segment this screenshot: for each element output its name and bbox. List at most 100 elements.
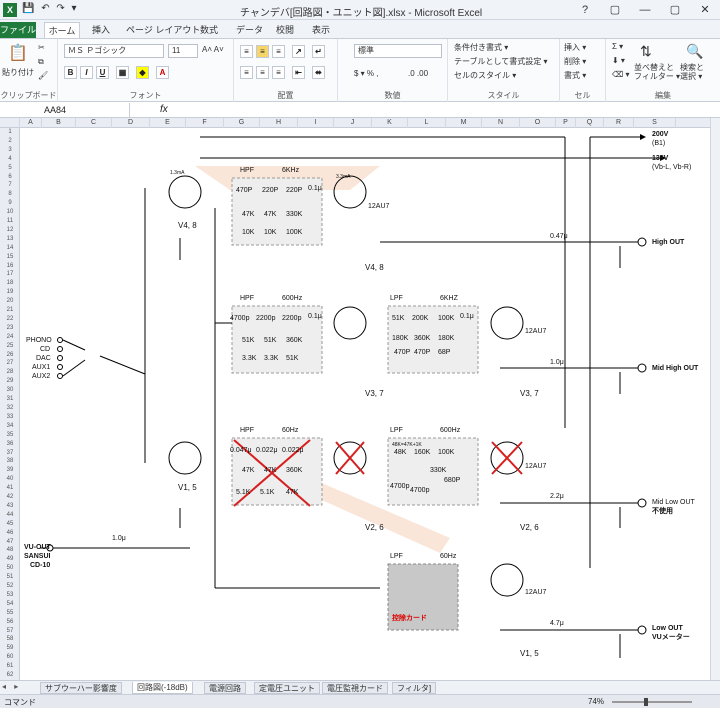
number-format-select[interactable]: 標準 [354, 44, 442, 58]
sheet-tab-filter[interactable]: フィルタ] [392, 682, 437, 694]
row-header[interactable]: 18 [0, 279, 20, 288]
select-all-corner[interactable] [0, 118, 20, 128]
column-header[interactable]: S [634, 118, 676, 128]
tab-file[interactable]: ファイル [0, 22, 36, 38]
row-header[interactable]: 53 [0, 591, 20, 600]
decimal-icon[interactable]: .0 .00 [408, 69, 428, 78]
row-header[interactable]: 31 [0, 395, 20, 404]
row-header[interactable]: 57 [0, 627, 20, 636]
tab-page-layout[interactable]: ページ レイアウト [126, 22, 200, 38]
row-header[interactable]: 19 [0, 288, 20, 297]
sheet-nav-arrows-icon[interactable]: ◂ ▸ [2, 682, 21, 691]
row-header[interactable]: 36 [0, 440, 20, 449]
row-header[interactable]: 54 [0, 600, 20, 609]
row-header[interactable]: 41 [0, 484, 20, 493]
worksheet-grid[interactable]: 200V (B1) 136V (Vb-L, Vb-R) High OUT Mid… [20, 128, 710, 680]
row-header[interactable]: 35 [0, 431, 20, 440]
sheet-tab-power[interactable]: 電源回路 [204, 682, 246, 694]
column-header[interactable]: A [20, 118, 42, 128]
row-header[interactable]: 39 [0, 466, 20, 475]
autosum-icon[interactable]: Σ ▾ [612, 42, 623, 51]
column-header[interactable]: E [150, 118, 186, 128]
row-header[interactable]: 50 [0, 564, 20, 573]
row-header[interactable]: 9 [0, 199, 20, 208]
tab-home[interactable]: ホーム [44, 22, 80, 38]
row-header[interactable]: 29 [0, 377, 20, 386]
vertical-scrollbar[interactable] [710, 118, 720, 680]
row-header[interactable]: 26 [0, 351, 20, 360]
row-header[interactable]: 48 [0, 546, 20, 555]
insert-cells-button[interactable]: 挿入 ▾ [564, 42, 586, 53]
tab-insert[interactable]: 挿入 [92, 22, 110, 38]
sort-filter-button[interactable]: 並べ替えと フィルター ▾ [634, 63, 680, 81]
zoom-slider-thumb[interactable] [644, 698, 648, 706]
row-header[interactable]: 56 [0, 618, 20, 627]
wrap-text-icon[interactable]: ↵ [312, 45, 325, 58]
row-header[interactable]: 3 [0, 146, 20, 155]
fill-icon[interactable]: ⬇ ▾ [612, 56, 625, 65]
sheet-tab-circuit[interactable]: 回路図(-18dB) [132, 682, 193, 694]
indent-icon[interactable]: ⇤ [292, 66, 305, 79]
row-header[interactable]: 45 [0, 520, 20, 529]
zoom-slider[interactable] [612, 701, 692, 703]
format-table-button[interactable]: テーブルとして書式設定 ▾ [454, 56, 548, 67]
sheet-tab-subwoofer[interactable]: サブウーハー影響度 [40, 682, 122, 694]
format-painter-icon[interactable]: 🖌 [38, 71, 48, 80]
row-header[interactable]: 42 [0, 493, 20, 502]
row-header[interactable]: 58 [0, 635, 20, 644]
column-header[interactable]: L [408, 118, 446, 128]
row-header[interactable]: 15 [0, 253, 20, 262]
row-header[interactable]: 4 [0, 155, 20, 164]
row-header[interactable]: 17 [0, 270, 20, 279]
close-icon[interactable]: ✕ [690, 0, 720, 20]
row-header[interactable]: 23 [0, 324, 20, 333]
column-header[interactable]: M [446, 118, 482, 128]
cell-styles-button[interactable]: セルのスタイル ▾ [454, 70, 516, 81]
row-header[interactable]: 7 [0, 181, 20, 190]
column-header[interactable]: J [334, 118, 372, 128]
font-name-select[interactable]: ＭＳ Ｐゴシック [64, 44, 164, 58]
merge-icon[interactable]: ⬌ [312, 66, 325, 79]
row-header[interactable]: 11 [0, 217, 20, 226]
align-center-icon[interactable]: ≡ [256, 66, 269, 79]
row-header[interactable]: 34 [0, 422, 20, 431]
sheet-tab-monitor[interactable]: 電圧監視カード [322, 682, 388, 694]
column-header[interactable]: R [604, 118, 634, 128]
orientation-icon[interactable]: ↗ [292, 45, 305, 58]
row-header[interactable]: 20 [0, 297, 20, 306]
copy-icon[interactable]: ⧉ [38, 57, 44, 67]
row-header[interactable]: 32 [0, 404, 20, 413]
row-header[interactable]: 25 [0, 342, 20, 351]
align-middle-icon[interactable]: ≡ [256, 45, 269, 58]
find-select-button[interactable]: 検索と 選択 ▾ [680, 63, 704, 81]
row-header[interactable]: 5 [0, 164, 20, 173]
paste-button[interactable]: 貼り付け [2, 67, 34, 78]
tab-data[interactable]: データ [236, 22, 263, 38]
currency-icon[interactable]: $ ▾ % , [354, 69, 378, 78]
column-header[interactable]: N [482, 118, 520, 128]
column-header[interactable]: C [76, 118, 112, 128]
ribbon-display-icon[interactable]: ▢ [600, 0, 630, 20]
row-header[interactable]: 1 [0, 128, 20, 137]
paste-icon[interactable]: 📋 [8, 43, 28, 63]
column-header[interactable]: Q [576, 118, 604, 128]
excel-app-icon[interactable]: X [3, 3, 17, 17]
align-left-icon[interactable]: ≡ [240, 66, 253, 79]
row-header[interactable]: 8 [0, 190, 20, 199]
column-header[interactable]: G [224, 118, 260, 128]
row-header[interactable]: 51 [0, 573, 20, 582]
row-header[interactable]: 43 [0, 502, 20, 511]
row-header[interactable]: 16 [0, 262, 20, 271]
row-header[interactable]: 12 [0, 226, 20, 235]
align-right-icon[interactable]: ≡ [272, 66, 285, 79]
row-header[interactable]: 46 [0, 529, 20, 538]
row-header[interactable]: 52 [0, 582, 20, 591]
row-header[interactable]: 38 [0, 457, 20, 466]
fill-color-icon[interactable]: ◆ [136, 66, 149, 79]
row-header[interactable]: 61 [0, 662, 20, 671]
column-header[interactable]: P [556, 118, 576, 128]
align-bottom-icon[interactable]: ≡ [272, 45, 285, 58]
name-box[interactable]: AA84 [0, 103, 130, 117]
border-icon[interactable]: ▦ [116, 66, 129, 79]
sheet-tab-regulator[interactable]: 定電圧ユニット [254, 682, 320, 694]
